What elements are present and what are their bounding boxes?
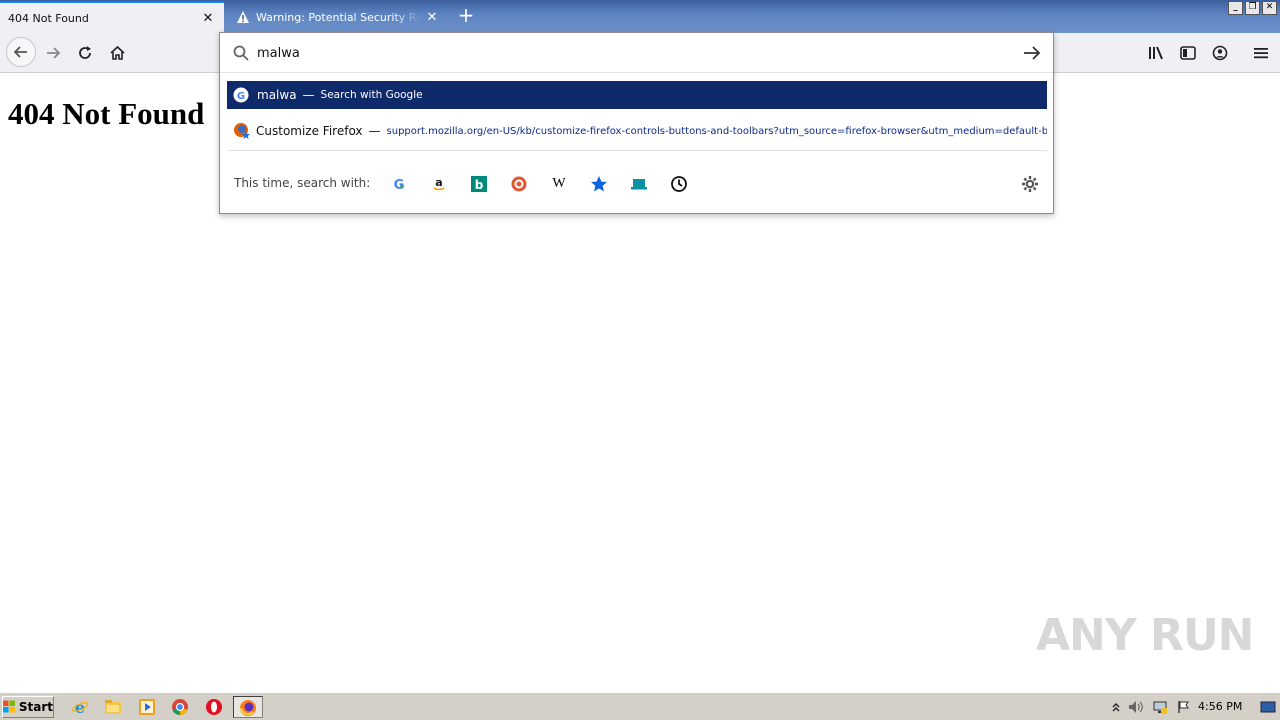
- suggestion-action: Search with Google: [320, 89, 423, 101]
- urlbar-popup: G malwa — Search with Google Customize F…: [219, 32, 1054, 214]
- media-player-icon[interactable]: [136, 697, 158, 717]
- reload-button[interactable]: [73, 41, 97, 65]
- tab-close-icon[interactable]: ✕: [422, 10, 442, 25]
- new-tab-button[interactable]: +: [455, 5, 477, 27]
- suggestion-query: malwa: [257, 88, 297, 102]
- tab-label: Warning: Potential Security Risk Ahead: [256, 10, 422, 24]
- account-icon: [1212, 45, 1228, 61]
- tab-security-warning[interactable]: Warning: Potential Security Risk Ahead ✕: [226, 1, 448, 33]
- arrow-right-icon: [47, 47, 61, 59]
- google-icon: G: [233, 87, 249, 103]
- library-icon: [1149, 46, 1163, 60]
- account-button[interactable]: [1208, 41, 1232, 65]
- tab-label: 404 Not Found: [8, 11, 89, 25]
- tab-close-icon[interactable]: ✕: [198, 11, 218, 26]
- bookmark-result-row[interactable]: Customize Firefox — support.mozilla.org/…: [227, 117, 1047, 145]
- tray-expand-icon[interactable]: [1108, 699, 1124, 715]
- close-window-button[interactable]: ✕: [1262, 1, 1277, 15]
- svg-text:G: G: [394, 178, 405, 192]
- menu-button[interactable]: [1249, 41, 1273, 65]
- show-desktop-icon[interactable]: [1260, 699, 1276, 715]
- taskbar: Start e 4:56 PM: [0, 692, 1280, 720]
- home-button[interactable]: [105, 41, 129, 65]
- suggestion-separator: —: [302, 88, 315, 102]
- chrome-icon[interactable]: [169, 697, 191, 717]
- svg-text:b: b: [475, 178, 484, 192]
- bookmark-title: Customize Firefox: [256, 124, 363, 138]
- bing-icon[interactable]: b: [468, 173, 490, 195]
- library-button[interactable]: [1144, 41, 1168, 65]
- divider: [227, 150, 1047, 151]
- firefox-bookmark-icon: [234, 123, 250, 139]
- network-icon[interactable]: [1152, 699, 1168, 715]
- file-explorer-icon[interactable]: [102, 697, 124, 717]
- tab-404-not-found[interactable]: 404 Not Found ✕: [0, 1, 224, 33]
- restore-button[interactable]: ❐: [1245, 1, 1260, 15]
- search-icon: [233, 45, 249, 61]
- home-icon: [109, 45, 125, 60]
- clock: 4:56 PM: [1198, 700, 1243, 713]
- urlbar: [220, 33, 1053, 73]
- bookmark-separator: —: [368, 124, 381, 138]
- svg-text:G: G: [237, 91, 245, 102]
- search-suggestion-row[interactable]: G malwa — Search with Google: [227, 81, 1047, 109]
- duckduckgo-icon[interactable]: [508, 173, 530, 195]
- tabs-icon[interactable]: [628, 173, 650, 195]
- reload-icon: [79, 46, 91, 59]
- minimize-button[interactable]: _: [1228, 1, 1243, 15]
- one-off-search-label: This time, search with:: [234, 176, 371, 190]
- opera-icon[interactable]: [203, 697, 225, 717]
- hamburger-icon: [1254, 48, 1268, 59]
- svg-text:a: a: [435, 176, 442, 189]
- firefox-icon: [240, 700, 256, 716]
- windows-logo-icon: [3, 700, 15, 713]
- history-icon[interactable]: [668, 173, 690, 195]
- warning-icon: [237, 11, 249, 23]
- search-settings-gear-icon[interactable]: [1019, 173, 1041, 195]
- action-center-flag-icon[interactable]: [1176, 699, 1192, 715]
- url-input[interactable]: [257, 43, 1007, 63]
- internet-explorer-icon[interactable]: e: [69, 697, 91, 717]
- back-button[interactable]: [6, 37, 36, 67]
- start-button[interactable]: Start: [2, 696, 54, 718]
- firefox-taskbar-button[interactable]: [233, 696, 263, 718]
- google-icon[interactable]: G: [388, 173, 410, 195]
- go-arrow-icon[interactable]: [1023, 45, 1041, 61]
- volume-icon[interactable]: [1128, 699, 1144, 715]
- arrow-left-icon: [13, 46, 27, 58]
- amazon-icon[interactable]: a: [428, 173, 450, 195]
- svg-text:e: e: [75, 698, 85, 716]
- anyrun-watermark: ANY RUN: [1036, 610, 1254, 661]
- start-label: Start: [18, 700, 53, 714]
- tab-bar: 404 Not Found ✕ Warning: Potential Secur…: [0, 0, 1280, 33]
- sidebar-icon: [1180, 46, 1196, 60]
- page-heading: 404 Not Found: [8, 96, 205, 131]
- forward-button[interactable]: [41, 41, 65, 65]
- wikipedia-icon[interactable]: W: [548, 173, 570, 195]
- bookmarks-icon[interactable]: [588, 173, 610, 195]
- sidebar-button[interactable]: [1176, 41, 1200, 65]
- bookmark-url: support.mozilla.org/en-US/kb/customize-f…: [386, 125, 1047, 137]
